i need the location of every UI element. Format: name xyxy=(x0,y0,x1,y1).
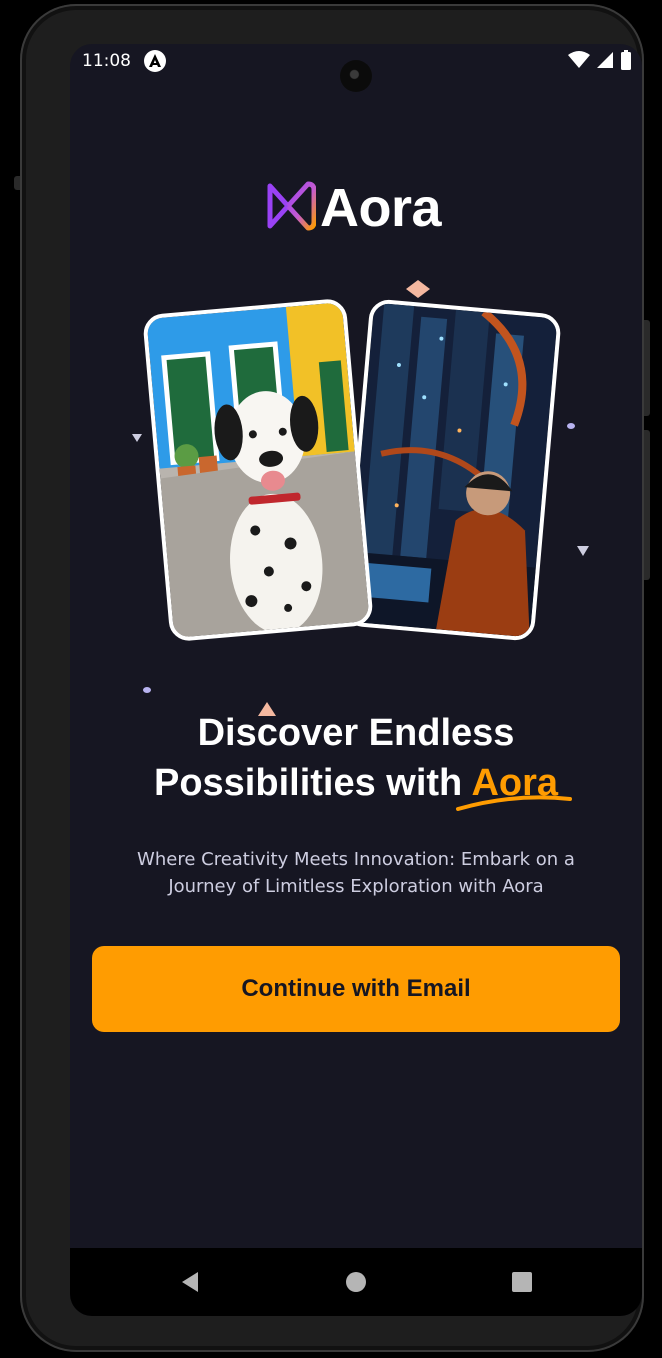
headline-line-1: Discover Endless xyxy=(197,712,515,754)
recents-icon[interactable] xyxy=(510,1270,534,1294)
home-icon[interactable] xyxy=(344,1270,368,1294)
accent-underline-icon xyxy=(456,795,572,811)
status-time: 11:08 xyxy=(82,51,131,71)
phone-frame: 11:08 Aora Discover Endless Possibilitie… xyxy=(20,4,644,1352)
dot-deco-icon xyxy=(143,687,151,693)
back-icon[interactable] xyxy=(178,1270,202,1294)
hero-images xyxy=(70,280,642,716)
battery-icon xyxy=(620,50,632,74)
signal-icon xyxy=(596,51,614,73)
triangle-deco-icon xyxy=(577,546,589,556)
wifi-icon xyxy=(568,51,590,73)
futuristic-city-hacker-image xyxy=(342,298,562,642)
app-name: Aora xyxy=(320,178,442,238)
app-logo: Aora xyxy=(264,177,442,239)
headline-text: Possibilities with xyxy=(153,762,463,804)
front-camera xyxy=(340,60,372,92)
subtext: Where Creativity Meets Innovation: Embar… xyxy=(137,849,575,897)
diamond-deco-icon xyxy=(406,280,430,298)
continue-with-email-button[interactable]: Continue with Email xyxy=(92,946,620,1032)
android-nav-bar xyxy=(70,1248,642,1316)
dot-deco-icon xyxy=(567,423,575,429)
aora-logo-icon xyxy=(264,178,317,238)
app-screen: 11:08 Aora Discover Endless Possibilitie… xyxy=(70,44,642,1316)
dalmatian-dog-image xyxy=(142,297,374,643)
react-native-icon xyxy=(144,50,166,72)
triangle-deco-icon xyxy=(132,434,142,442)
